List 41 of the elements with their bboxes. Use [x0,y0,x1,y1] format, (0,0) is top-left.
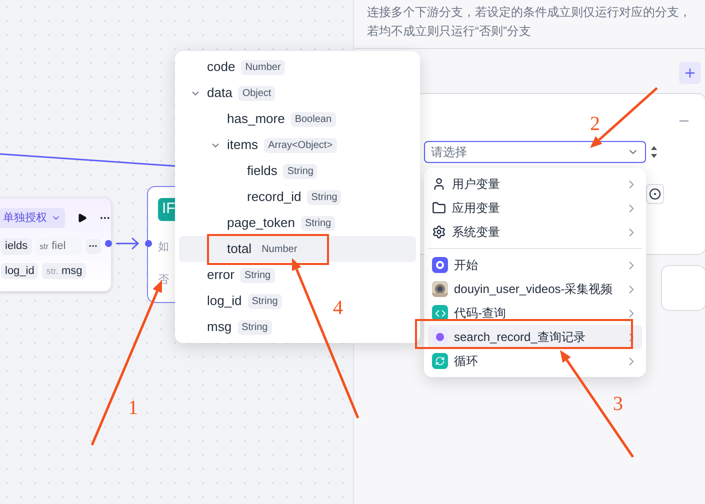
menu-item[interactable]: 代码-查询 [428,301,642,325]
tree-item[interactable]: page_token String [179,210,344,236]
type-badge: String [248,294,282,308]
type-badge: Number [241,60,285,74]
placeholder-text: 请选择 [431,144,467,161]
tree-item[interactable]: data Object [179,80,284,106]
tree-item[interactable]: code Number [179,54,293,80]
tree-item[interactable]: has_more Boolean [179,106,344,132]
tree-item[interactable]: record_id String [179,184,350,210]
param-value-field[interactable]: str fiel [36,238,82,254]
auth-dropdown[interactable]: 单独授权 [0,208,65,228]
param-tag: ields [1,238,32,254]
tree-item[interactable]: error String [179,262,283,288]
annotation-number: 2 [590,114,600,134]
menu-item[interactable]: 用户变量 [428,172,642,196]
annotation-number: 1 [128,398,138,418]
tree-item[interactable]: log_id String [179,288,290,314]
type-badge: Object [238,86,276,100]
output-tag: str. msg [42,262,86,279]
variable-select[interactable]: 请选择 [424,141,646,163]
type-badge: Boolean [290,112,336,126]
menu-item[interactable]: 开始 [428,253,642,277]
menu-item[interactable]: 系统变量 [428,220,642,244]
type-badge: String [238,320,272,334]
description: 连接多个下游分支，若设定的条件成立则仅运行对应的分支，若均不成立则只运行“否则”分支 [354,0,705,49]
type-badge: String [307,190,342,204]
type-badge: String [283,164,318,178]
branch-label: 如 [158,240,170,255]
tree-item[interactable]: fields String [179,158,326,184]
menu-item[interactable]: douyin_user_videos-采集视频 [428,277,642,301]
menu-item[interactable]: search_record_查询记录 [428,325,642,349]
tree-item[interactable]: msg String [179,314,280,340]
type-badge: String [240,268,275,282]
tree-item[interactable]: total Number [179,236,416,262]
type-badge: String [300,216,336,230]
output-tag: log_id [1,262,38,279]
type-badge: Array<Object> [264,138,337,152]
annotation-number: 3 [613,394,623,414]
menu-item[interactable]: 应用变量 [428,196,642,220]
annotation-number: 4 [333,298,343,318]
tree-item[interactable]: items Array<Object> [179,132,345,158]
